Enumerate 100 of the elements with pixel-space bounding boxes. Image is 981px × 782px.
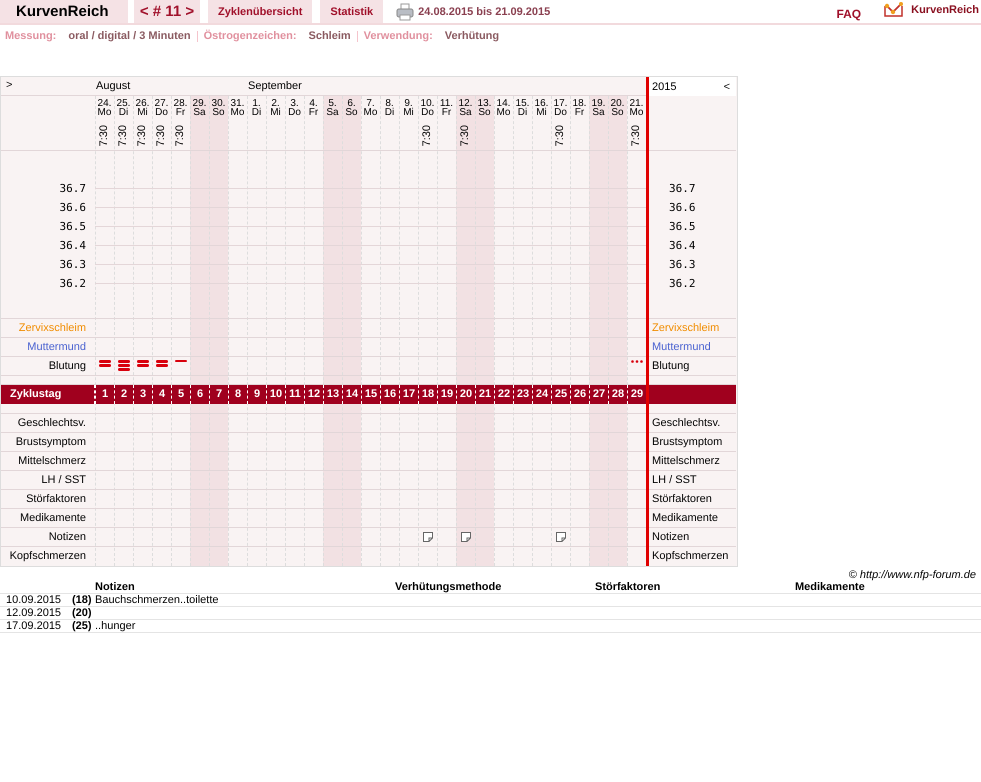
row-label: Blutung [48, 360, 86, 372]
day-date: 18. [572, 99, 586, 108]
cycle-day-number: 9 [247, 385, 266, 404]
weekday-label: Mi [536, 108, 547, 117]
weekday-label: Mo [230, 108, 244, 117]
row-label: Zervixschleim [652, 322, 720, 334]
day-date: 12. [458, 99, 472, 108]
weekday-label: So [478, 108, 491, 117]
weekday-label: Fr [442, 108, 452, 117]
time-label: 7:30 [157, 125, 166, 146]
row-label: LH / SST [652, 474, 697, 486]
date-cell: 12.09.2015 [6, 607, 62, 619]
weekday-label: Fr [308, 108, 318, 117]
cycle-day-number: 4 [152, 385, 171, 404]
date-cell: 17.09.2015 [6, 620, 62, 632]
time-label: 7:30 [423, 125, 432, 146]
temperature-label: 36.6 [60, 200, 86, 216]
weekday-label: Mi [270, 108, 281, 117]
day-date: 31. [230, 99, 244, 108]
weekday-label: Sa [459, 108, 472, 117]
row-label: Brustsymptom [16, 436, 86, 448]
time-label: 7:30 [461, 125, 470, 146]
brand-link[interactable]: KurvenReich [0, 0, 128, 23]
previous-link[interactable]: > [6, 79, 12, 91]
temperature-label: 36.3 [60, 257, 86, 273]
temperature-label: 36.5 [60, 219, 86, 235]
month-label: August [95, 79, 132, 94]
day-date: 28. [174, 99, 188, 108]
cycle-day-number: 27 [589, 385, 608, 404]
cycle-day-number: 18 [418, 385, 437, 404]
weekday-label: Sa [326, 108, 339, 117]
temperature-label: 36.2 [669, 276, 696, 292]
row-label: Zervixschleim [18, 322, 86, 334]
weekday-label: So [345, 108, 358, 117]
day-date: 6. [347, 99, 356, 108]
time-label: 7:30 [100, 125, 109, 146]
weekday-label: Mi [137, 108, 148, 117]
day-date: 8. [385, 99, 394, 108]
cycle-day-number: 19 [437, 385, 456, 404]
info-value: Schleim [308, 30, 351, 42]
cycle-navigation[interactable]: < # 11 > [134, 0, 200, 23]
cycle-day-number: 5 [171, 385, 190, 404]
chart-logo-icon [883, 2, 906, 18]
cycle-day-number: 29 [627, 385, 646, 404]
info-value: oral / digital / 3 Minuten [68, 30, 191, 42]
row-label: Störfaktoren [652, 493, 712, 505]
cycle-day-cell: (18) [72, 594, 92, 606]
info-label: Östrogenzeichen: [204, 30, 296, 42]
weekday-label: Di [118, 108, 128, 117]
tab[interactable]: Zyklenübersicht [208, 0, 312, 23]
row-label: Geschlechtsv. [652, 417, 720, 429]
month-label: September [247, 79, 303, 94]
cycle-day-number: 25 [551, 385, 570, 404]
day-date: 11. [440, 99, 454, 108]
day-date: 27. [154, 99, 168, 108]
weekday-label: Mo [496, 108, 510, 117]
cycle-day-number: 6 [190, 385, 209, 404]
faq-link[interactable]: FAQ [836, 0, 862, 23]
day-date: 15. [516, 99, 530, 108]
time-label: 7:30 [138, 125, 147, 146]
temperature-label: 36.7 [669, 181, 696, 197]
cycle-day-number: 3 [133, 385, 152, 404]
row-label: Muttermund [27, 341, 86, 353]
cycle-day-cell: (25) [72, 620, 92, 632]
cycle-day-number: 20 [456, 385, 475, 404]
weekday-label: Sa [193, 108, 206, 117]
weekday-label: So [611, 108, 624, 117]
day-date: 10. [420, 99, 434, 108]
weekday-label: So [212, 108, 225, 117]
weekday-label: Mi [403, 108, 414, 117]
cycle-day-number: 14 [342, 385, 361, 404]
day-date: 26. [136, 99, 150, 108]
cycle-day-number: 2 [114, 385, 133, 404]
weekday-label: Sa [592, 108, 605, 117]
day-date: 1. [252, 99, 261, 108]
cycle-day-number: 10 [266, 385, 285, 404]
weekday-label: Mo [364, 108, 378, 117]
date-range: 24.08.2015 bis 21.09.2015 [418, 4, 550, 20]
day-date: 3. [290, 99, 299, 108]
weekday-label: Do [554, 108, 567, 117]
next-link[interactable]: < [724, 80, 730, 92]
cycle-day-number: 28 [608, 385, 627, 404]
tab[interactable]: Statistik [320, 0, 384, 23]
weekday-label: Do [421, 108, 434, 117]
day-date: 20. [610, 99, 624, 108]
info-value: Verhütung [444, 30, 500, 42]
day-date: 30. [212, 99, 226, 108]
info-label: Verwendung: [364, 30, 433, 42]
cycle-day-number: 12 [304, 385, 323, 404]
time-label: 7:30 [176, 125, 185, 146]
info-label: Messung: [5, 30, 56, 42]
temperature-label: 36.2 [60, 276, 86, 292]
cycle-day-number: 15 [361, 385, 380, 404]
time-label: 7:30 [119, 125, 128, 146]
logo-text: KurvenReich [911, 4, 979, 18]
time-label: 7:30 [632, 125, 641, 146]
day-date: 25. [116, 99, 130, 108]
temperature-label: 36.4 [60, 238, 86, 254]
cycle-day-cell: (20) [72, 607, 92, 619]
weekday-label: Fr [176, 108, 186, 117]
